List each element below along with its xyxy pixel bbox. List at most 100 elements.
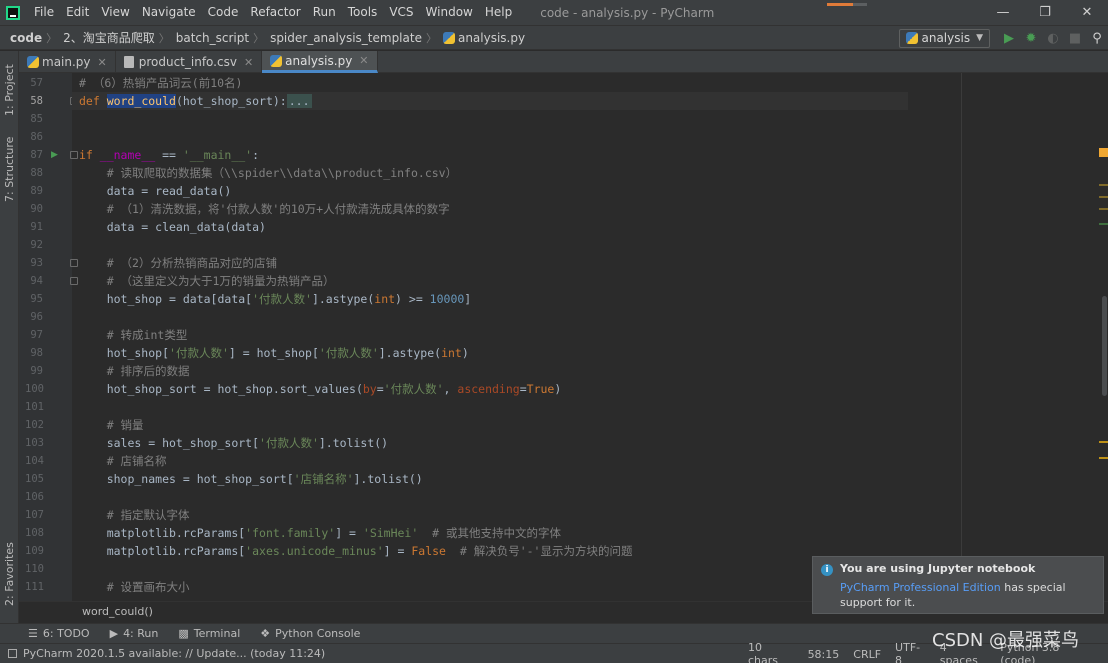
minimize-icon[interactable]: —	[982, 0, 1024, 25]
code-line[interactable]: # 读取爬取的数据集（\\spider\\data\\product_info.…	[79, 164, 457, 182]
run-configuration-select[interactable]: analysis ▼	[899, 28, 990, 48]
python-console-tool-button[interactable]: ❖ Python Console	[260, 627, 360, 640]
code-area[interactable]: # （6）热销产品词云(前10名) def word_could(hot_shop…	[72, 73, 1092, 601]
function-breadcrumb[interactable]: word_could()	[82, 605, 153, 618]
breadcrumb-folder-2[interactable]: batch_script	[170, 31, 253, 45]
gutter-line[interactable]: 58	[19, 92, 78, 110]
restore-icon[interactable]: ❐	[1024, 0, 1066, 25]
code-line[interactable]: # 销量	[79, 416, 144, 434]
code-line[interactable]: shop_names = hot_shop_sort['店铺名称'].tolis…	[79, 470, 423, 488]
gutter-line[interactable]: 106	[19, 488, 72, 506]
jupyter-notification[interactable]: i You are using Jupyter notebook PyCharm…	[812, 556, 1104, 614]
coverage-icon[interactable]: ◐	[1042, 27, 1064, 49]
gutter-line[interactable]: 91	[19, 218, 72, 236]
gutter-line[interactable]: 105	[19, 470, 72, 488]
tab-analysis-py[interactable]: analysis.py ✕	[262, 51, 378, 73]
warning-stripe-mark[interactable]	[1099, 457, 1108, 459]
gutter-line[interactable]: 95	[19, 290, 72, 308]
background-progress-indicator[interactable]	[827, 3, 867, 6]
warning-stripe-mark[interactable]	[1099, 196, 1108, 198]
gutter-line[interactable]: 109	[19, 542, 72, 560]
code-line[interactable]: hot_shop = data[data['付款人数'].astype(int)…	[79, 290, 472, 308]
menu-file[interactable]: File	[28, 0, 60, 25]
gutter-line[interactable]: 98	[19, 344, 72, 362]
code-line[interactable]: hot_shop_sort = hot_shop.sort_values(by=…	[79, 380, 562, 398]
code-line[interactable]: # 店铺名称	[79, 452, 167, 470]
caret-position[interactable]: 58:15	[808, 648, 840, 661]
close-tab-icon[interactable]: ✕	[359, 54, 368, 67]
warning-stripe-mark[interactable]	[1099, 184, 1108, 186]
gutter-line[interactable]: 103	[19, 434, 72, 452]
gutter-line[interactable]: 100	[19, 380, 72, 398]
close-tab-icon[interactable]: ✕	[98, 56, 107, 69]
breadcrumb-file[interactable]: analysis.py	[437, 31, 529, 45]
menu-help[interactable]: Help	[479, 0, 518, 25]
pycharm-professional-link[interactable]: PyCharm Professional Edition	[840, 581, 1001, 594]
menu-refactor[interactable]: Refactor	[244, 0, 306, 25]
code-line[interactable]: # 设置画布大小	[79, 578, 190, 596]
run-tool-button[interactable]: ▶ 4: Run	[110, 627, 159, 640]
gutter-line[interactable]: 86	[19, 128, 72, 146]
editor-scrollbar[interactable]	[1099, 146, 1108, 601]
code-line[interactable]: matplotlib.rcParams['axes.unicode_minus'…	[79, 542, 633, 560]
code-editor[interactable]: 57 58 85 86 87 ▶ 88 89 90 91 92 93 94 95 96 97 98 99 100 10…	[19, 73, 1108, 601]
breadcrumb-project[interactable]: code	[0, 31, 46, 45]
code-line[interactable]: if __name__ == '__main__':	[79, 146, 259, 164]
gutter-line[interactable]: 102	[19, 416, 72, 434]
change-stripe-mark[interactable]	[1099, 223, 1108, 225]
tab-main-py[interactable]: main.py ✕	[19, 51, 116, 73]
code-line[interactable]: sales = hot_shop_sort['付款人数'].tolist()	[79, 434, 388, 452]
gutter-line[interactable]: 93	[19, 254, 78, 272]
menu-tools[interactable]: Tools	[342, 0, 384, 25]
file-encoding[interactable]: UTF-8	[895, 641, 926, 663]
code-line[interactable]: # （1）清洗数据，将'付款人数'的10万+人付款清洗成具体的数字	[79, 200, 450, 218]
menu-view[interactable]: View	[95, 0, 135, 25]
close-icon[interactable]: ✕	[1066, 0, 1108, 25]
code-line[interactable]: matplotlib.rcParams['font.family'] = 'Si…	[79, 524, 561, 542]
code-line[interactable]: # （2）分析热销商品对应的店铺	[79, 254, 277, 272]
gutter-line[interactable]: 96	[19, 308, 72, 326]
breadcrumb-folder-1[interactable]: 2、淘宝商品爬取	[57, 29, 159, 46]
code-line[interactable]: hot_shop['付款人数'] = hot_shop['付款人数'].asty…	[79, 344, 469, 362]
code-line[interactable]: def word_could(hot_shop_sort):...	[79, 92, 312, 110]
status-message[interactable]: PyCharm 2020.1.5 available: // Update...…	[0, 647, 325, 660]
gutter-line[interactable]: 89	[19, 182, 72, 200]
line-separator[interactable]: CRLF	[853, 648, 881, 661]
code-line[interactable]: # （这里定义为大于1万的销量为热销产品）	[79, 272, 335, 290]
todo-tool-button[interactable]: ☰ 6: TODO	[28, 627, 90, 640]
code-line[interactable]: data = clean_data(data)	[79, 218, 266, 236]
menu-edit[interactable]: Edit	[60, 0, 95, 25]
menu-vcs[interactable]: VCS	[383, 0, 419, 25]
gutter-line[interactable]: 110	[19, 560, 72, 578]
warning-stripe-mark[interactable]	[1099, 441, 1108, 443]
menu-navigate[interactable]: Navigate	[136, 0, 202, 25]
menu-run[interactable]: Run	[307, 0, 342, 25]
gutter-line[interactable]: 88	[19, 164, 72, 182]
gutter-line[interactable]: 108	[19, 524, 72, 542]
close-tab-icon[interactable]: ✕	[244, 56, 253, 69]
gutter-line[interactable]: 101	[19, 398, 72, 416]
gutter-line[interactable]: 99	[19, 362, 72, 380]
run-icon[interactable]: ▶	[998, 27, 1020, 49]
code-line[interactable]: # 排序后的数据	[79, 362, 190, 380]
code-line[interactable]: # 转成int类型	[79, 326, 188, 344]
gutter-line[interactable]: 87 ▶	[19, 146, 78, 164]
code-line[interactable]: # （6）热销产品词云(前10名)	[79, 74, 242, 92]
warning-stripe-mark[interactable]	[1099, 208, 1108, 210]
debug-icon[interactable]: ✹	[1020, 27, 1042, 49]
stop-icon[interactable]: ■	[1064, 27, 1086, 49]
gutter-line[interactable]: 94	[19, 272, 78, 290]
run-gutter-icon[interactable]: ▶	[51, 146, 58, 164]
breadcrumb-folder-3[interactable]: spider_analysis_template	[264, 31, 426, 45]
gutter-line[interactable]: 111	[19, 578, 72, 596]
gutter-line[interactable]: 90	[19, 200, 72, 218]
scrollbar-thumb[interactable]	[1102, 296, 1107, 396]
structure-tool-tab[interactable]: 7: Structure	[1, 133, 18, 205]
gutter-line[interactable]: 85	[19, 110, 72, 128]
favorites-tool-tab[interactable]: 2: Favorites	[1, 539, 18, 609]
search-icon[interactable]: ⚲	[1086, 27, 1108, 49]
project-tool-tab[interactable]: 1: Project	[1, 55, 18, 125]
menu-window[interactable]: Window	[420, 0, 479, 25]
gutter-line[interactable]: 107	[19, 506, 72, 524]
code-line[interactable]: data = read_data()	[79, 182, 232, 200]
